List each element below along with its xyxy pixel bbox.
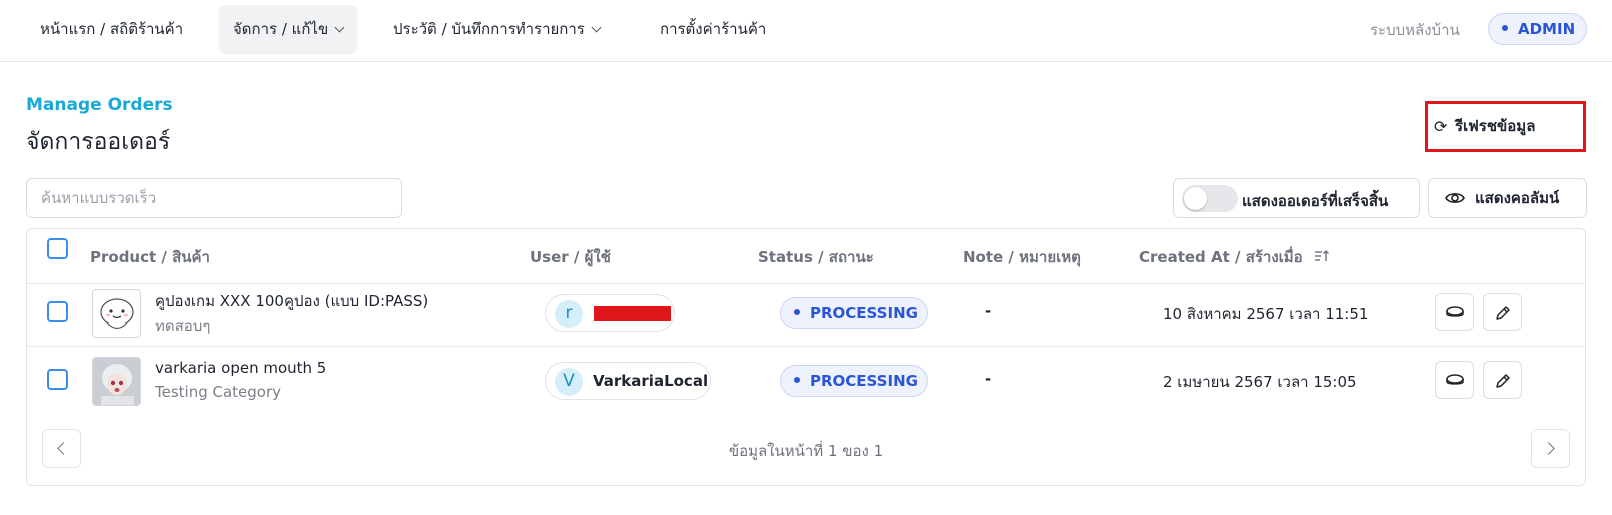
nav-settings[interactable]: การตั้งค่าร้านค้า (646, 5, 780, 54)
chevron-down-icon (334, 22, 345, 33)
header-divider (27, 283, 1585, 284)
nav-history-label: ประวัติ / บันทึกการทำรายการ (393, 20, 585, 38)
page-title: จัดการออเดอร์ (26, 129, 171, 155)
role-badge: ADMIN (1488, 13, 1587, 45)
coin-button[interactable] (1435, 293, 1474, 331)
product-thumbnail (92, 289, 141, 338)
backend-label: ระบบหลังบ้าน (1370, 21, 1460, 39)
header-product[interactable]: Product / สินค้า (90, 245, 210, 269)
header-created-label: Created At / สร้างเมื่อ (1139, 248, 1303, 266)
chevron-right-icon (1542, 442, 1555, 455)
show-columns-button[interactable]: แสดงคอลัมน์ (1428, 178, 1587, 218)
edit-button[interactable] (1483, 361, 1522, 399)
toggle-knob (1184, 187, 1207, 210)
row-checkbox[interactable] (47, 369, 68, 390)
status-dot-icon (1502, 25, 1508, 31)
avatar: r (555, 300, 583, 328)
chevron-down-icon (591, 22, 602, 33)
character-image (93, 358, 140, 405)
nav-manage-label: จัดการ / แก้ไข (233, 20, 329, 38)
nav-home[interactable]: หน้าแรก / สถิติร้านค้า (26, 5, 197, 54)
coin-icon (1446, 374, 1464, 385)
product-thumbnail (92, 357, 141, 406)
select-all-checkbox[interactable] (47, 238, 68, 259)
status-badge: PROCESSING (780, 365, 928, 397)
pencil-icon (1496, 306, 1510, 320)
pagination-info: ข้อมูลในหน้าที่ 1 ของ 1 (728, 442, 884, 460)
show-completed-toggle[interactable]: แสดงออเดอร์ที่เสร็จสิ้น (1173, 178, 1420, 218)
product-category: Testing Category (155, 383, 282, 401)
refresh-button[interactable]: ⟳ รีเฟรชข้อมูล (1431, 107, 1580, 146)
refresh-label: รีเฟรชข้อมูล (1455, 117, 1536, 135)
status-dot-icon (794, 377, 800, 383)
row-checkbox[interactable] (47, 301, 68, 322)
search-input[interactable] (26, 178, 402, 218)
pencil-icon (1496, 374, 1510, 388)
eye-icon (1445, 193, 1465, 203)
header-note[interactable]: Note / หมายเหตุ (963, 245, 1081, 269)
status-label: PROCESSING (810, 304, 918, 322)
show-columns-label: แสดงคอลัมน์ (1475, 189, 1560, 207)
user-chip[interactable]: V VarkariaLocal (545, 362, 711, 400)
refresh-highlight: ⟳ รีเฟรชข้อมูล (1425, 101, 1586, 152)
edit-button[interactable] (1483, 293, 1522, 331)
sort-icon[interactable] (1314, 249, 1330, 263)
header-user[interactable]: User / ผู้ใช้ (530, 245, 611, 269)
product-name: varkaria open mouth 5 (155, 359, 327, 377)
user-name: VarkariaLocal (593, 372, 709, 390)
redacted-username (594, 306, 671, 321)
page-subtitle: Manage Orders (26, 95, 173, 115)
product-category: ทดสอบๆ (155, 317, 211, 335)
user-chip[interactable]: r (545, 294, 675, 332)
note-value: - (985, 370, 992, 388)
created-at: 10 สิงหาคม 2567 เวลา 11:51 (1163, 305, 1369, 323)
refresh-icon: ⟳ (1434, 117, 1448, 136)
status-label: PROCESSING (810, 372, 918, 390)
next-page-button[interactable] (1531, 429, 1570, 468)
role-label: ADMIN (1518, 20, 1576, 38)
coin-icon (1446, 306, 1464, 317)
top-navbar: หน้าแรก / สถิติร้านค้า จัดการ / แก้ไข ปร… (0, 0, 1612, 62)
toggle-switch[interactable] (1182, 185, 1238, 212)
nav-history[interactable]: ประวัติ / บันทึกการทำรายการ (379, 5, 614, 54)
sticker-image (100, 298, 134, 330)
status-dot-icon (794, 309, 800, 315)
nav-manage[interactable]: จัดการ / แก้ไข (219, 5, 358, 54)
header-status[interactable]: Status / สถานะ (758, 245, 874, 269)
status-badge: PROCESSING (780, 297, 928, 329)
header-created[interactable]: Created At / สร้างเมื่อ (1139, 245, 1330, 269)
orders-table: Product / สินค้า User / ผู้ใช้ Status / … (26, 228, 1586, 486)
note-value: - (985, 302, 992, 320)
product-name: คูปองเกม XXX 100คูปอง (แบบ ID:PASS) (155, 292, 429, 310)
avatar: V (555, 368, 583, 396)
created-at: 2 เมษายน 2567 เวลา 15:05 (1163, 373, 1357, 391)
coin-button[interactable] (1435, 361, 1474, 399)
row-divider (27, 346, 1585, 347)
toggle-label: แสดงออเดอร์ที่เสร็จสิ้น (1242, 192, 1389, 210)
